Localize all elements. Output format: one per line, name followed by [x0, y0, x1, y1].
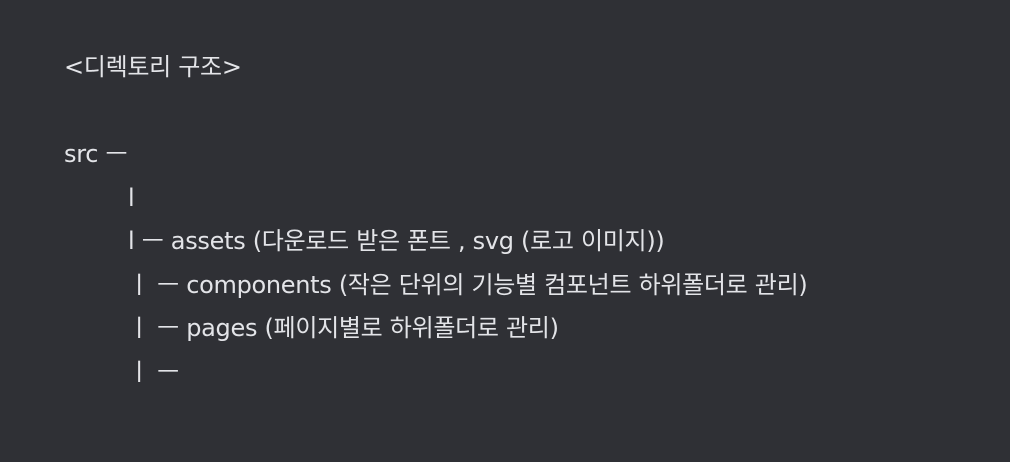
directory-structure-heading: <디렉토리 구조> — [64, 53, 242, 81]
tree-line-connector: l — [128, 183, 135, 212]
tree-line-pages: ㅣ ㅡ pages (페이지별로 하위폴더로 관리) — [128, 314, 559, 342]
tree-line-empty-branch: ㅣ ㅡ — [128, 357, 179, 386]
document-content: <디렉토리 구조> src ㅡ l l ㅡ assets (다운로드 받은 폰트… — [64, 47, 984, 394]
tree-line-assets: l ㅡ assets (다운로드 받은 폰트 , svg (로고 이미지)) — [128, 227, 665, 255]
tree-line-components: ㅣ ㅡ components (작은 단위의 기능별 컴포넌트 하위폴더로 관리… — [128, 270, 808, 299]
directory-tree: src ㅡ l l ㅡ assets (다운로드 받은 폰트 , svg (로고… — [64, 133, 984, 394]
tree-line-root: src ㅡ — [64, 140, 128, 168]
